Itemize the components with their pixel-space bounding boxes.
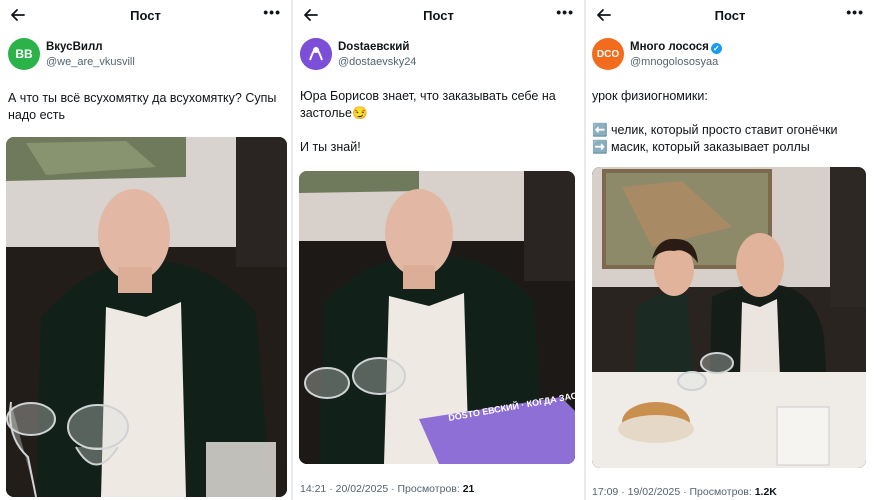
author-handle[interactable]: @dostaevsky24: [338, 56, 416, 68]
post-panel-dostaevsky: Пост ••• Dostaевский @dostaevsky24 Юра Б…: [291, 0, 584, 500]
post-text-line: ⬅️ челик, который просто ставит огонёчки: [592, 123, 838, 137]
post-text-line: И ты знай!: [300, 140, 361, 154]
post-photo[interactable]: [592, 167, 866, 468]
post-photo[interactable]: DOSTO ЕВСКИЙ · КОГДА ЗАСТАВИЛ ДРУЗЕЙ СМО…: [299, 171, 575, 464]
post-text-line: Юра Борисов знает, что заказывать себе н…: [300, 89, 556, 120]
more-options-icon[interactable]: •••: [846, 4, 864, 20]
view-count: 1.2K: [754, 486, 777, 498]
post-text-line: [300, 122, 575, 139]
author-name[interactable]: ВкусВилл: [46, 41, 103, 53]
post-panel-vkusvill: Пост ••• BB ВкусВилл @we_are_vkusvill А …: [0, 0, 291, 500]
avatar-logo-icon: [300, 38, 332, 70]
post-header: Пост •••: [586, 0, 874, 32]
more-options-icon[interactable]: •••: [263, 4, 281, 20]
post-meta: 14:21 · 20/02/2025 · Просмотров: 21: [300, 483, 474, 495]
author-handle[interactable]: @we_are_vkusvill: [46, 56, 135, 68]
post-text: Юра Борисов знает, что заказывать себе н…: [300, 88, 575, 156]
post-text: урок физиогномики: ⬅️ челик, который про…: [592, 88, 870, 156]
post-timestamp: 17:09 · 19/02/2025 · Просмотров:: [592, 486, 755, 498]
post-header: Пост •••: [0, 0, 291, 32]
post-panel-mnogo-lososya: Пост ••• DCO Много лосося ✓ @mnogolososya…: [584, 0, 874, 500]
author-handle[interactable]: @mnogolososyaa: [630, 56, 718, 68]
header-title: Пост: [714, 8, 746, 23]
avatar[interactable]: BB: [8, 38, 40, 70]
avatar[interactable]: DCO: [592, 38, 624, 70]
avatar[interactable]: [300, 38, 332, 70]
photo-image: [6, 137, 287, 497]
post-text-line: А что ты всё всухомятку да всухомятку? С…: [8, 91, 277, 122]
photo-image: [592, 167, 866, 468]
post-text-line: урок физиогномики:: [592, 89, 708, 103]
verified-badge-icon: ✓: [710, 43, 722, 54]
more-options-icon[interactable]: •••: [556, 4, 574, 20]
post-text-line: [592, 105, 870, 122]
header-title: Пост: [423, 8, 454, 23]
post-timestamp: 14:21 · 20/02/2025 · Просмотров:: [300, 483, 463, 495]
header-title: Пост: [130, 8, 161, 23]
author-name[interactable]: Dostaевский: [338, 41, 409, 53]
post-text-line: ➡️ масик, который заказывает роллы: [592, 140, 810, 154]
author-name[interactable]: Много лосося ✓: [630, 41, 722, 54]
photo-image: DOSTO ЕВСКИЙ · КОГДА ЗАСТАВИЛ ДРУЗЕЙ СМО…: [299, 171, 575, 464]
post-text: А что ты всё всухомятку да всухомятку? С…: [8, 90, 280, 124]
post-meta: 17:09 · 19/02/2025 · Просмотров: 1.2K: [592, 486, 777, 498]
post-photo[interactable]: [6, 137, 287, 497]
view-count: 21: [462, 483, 475, 495]
post-header: Пост •••: [293, 0, 584, 32]
